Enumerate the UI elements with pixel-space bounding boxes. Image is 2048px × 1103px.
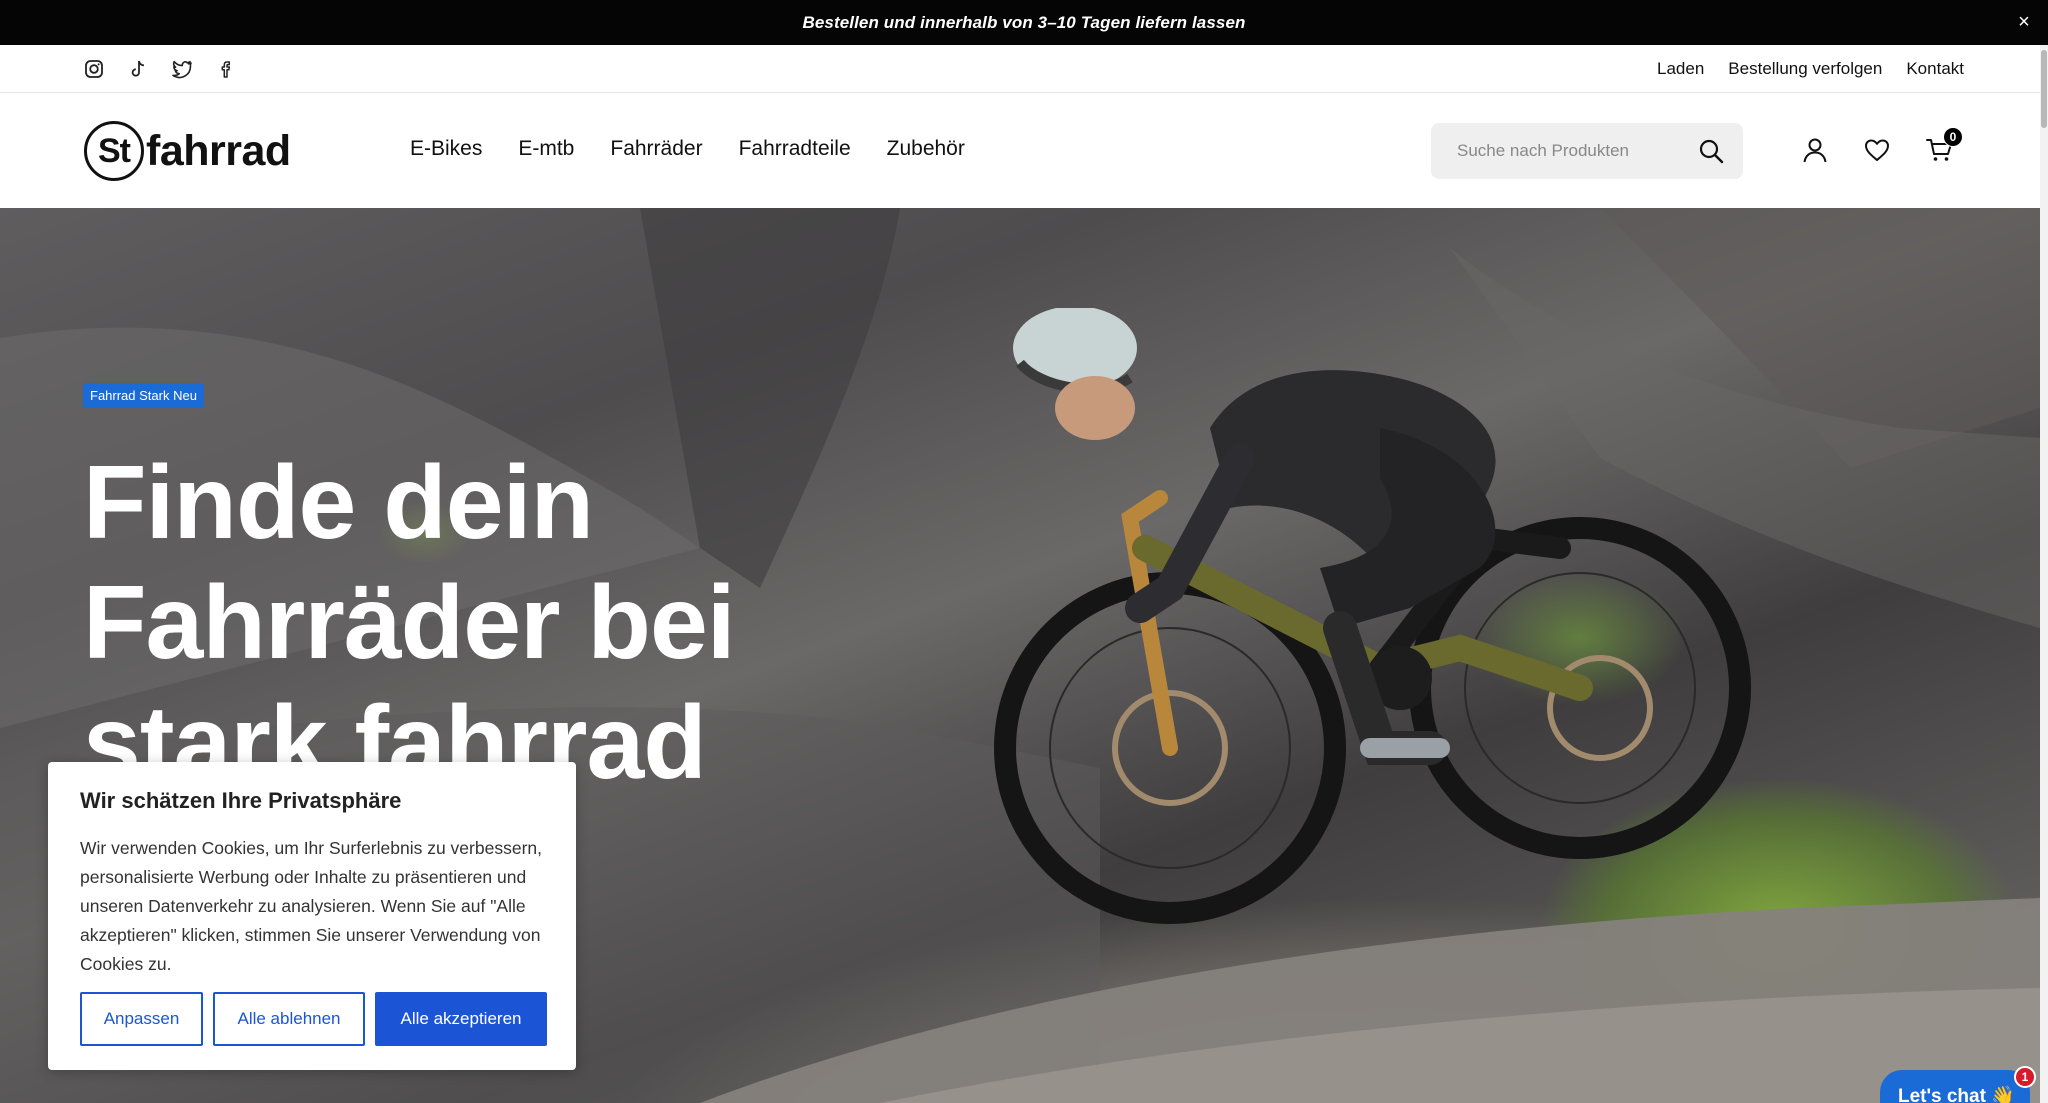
cookie-actions: Anpassen Alle ablehnen Alle akzeptieren [80, 992, 547, 1046]
scrollbar-thumb[interactable] [2041, 50, 2047, 128]
site-header: St fahrrad E-Bikes E-mtb Fahrräder Fahrr… [0, 93, 2048, 208]
utility-bar: Laden Bestellung verfolgen Kontakt [0, 45, 2048, 93]
nav-item-zubehoer[interactable]: Zubehör [887, 137, 965, 161]
utility-links: Laden Bestellung verfolgen Kontakt [1657, 59, 1964, 79]
instagram-icon[interactable] [82, 57, 106, 81]
twitter-icon[interactable] [170, 57, 194, 81]
chat-notification-badge: 1 [2014, 1066, 2036, 1088]
reject-all-button[interactable]: Alle ablehnen [213, 992, 365, 1046]
page-scrollbar[interactable] [2040, 45, 2048, 1103]
track-order-link[interactable]: Bestellung verfolgen [1728, 59, 1882, 79]
social-links [82, 57, 238, 81]
logo-wordmark: fahrrad [146, 126, 291, 175]
cart-icon[interactable]: 0 [1925, 127, 1963, 164]
nav-item-e-mtb[interactable]: E-mtb [518, 137, 574, 161]
nav-item-fahrradteile[interactable]: Fahrradteile [739, 137, 851, 161]
search-input[interactable] [1457, 141, 1697, 161]
logo-mark: St [84, 121, 144, 181]
header-actions: 0 [1801, 127, 1963, 164]
nav-item-fahrraeder[interactable]: Fahrräder [610, 137, 702, 161]
hero-title-line-2: Fahrräder bei [83, 565, 736, 681]
hero-badge: Fahrrad Stark Neu [83, 383, 204, 408]
tiktok-icon[interactable] [126, 57, 150, 81]
contact-link[interactable]: Kontakt [1906, 59, 1964, 79]
cookie-title: Wir schätzen Ihre Privatsphäre [80, 788, 402, 813]
nav-item-e-bikes[interactable]: E-Bikes [410, 137, 482, 161]
cookie-text: Wir verwenden Cookies, um Ihr Surferlebn… [80, 838, 542, 974]
hero-title: Finde dein Fahrräder bei stark fahrrad [83, 443, 803, 803]
main-nav: E-Bikes E-mtb Fahrräder Fahrradteile Zub… [410, 137, 965, 161]
heart-icon[interactable] [1863, 136, 1891, 164]
cookie-consent-panel: Wir schätzen Ihre Privatsphäre Wir verwe… [48, 762, 576, 1070]
facebook-icon[interactable] [214, 57, 238, 81]
account-icon[interactable] [1801, 136, 1829, 164]
announcement-text: Bestellen und innerhalb von 3–10 Tagen l… [802, 12, 1246, 32]
accept-all-button[interactable]: Alle akzeptieren [375, 992, 547, 1046]
cart-count-badge: 0 [1943, 127, 1963, 147]
search-bar [1431, 123, 1743, 179]
customize-button[interactable]: Anpassen [80, 992, 203, 1046]
mountain-bike-rider [994, 308, 1751, 924]
announcement-bar: Bestellen und innerhalb von 3–10 Tagen l… [0, 0, 2048, 45]
close-icon[interactable]: × [2012, 10, 2036, 34]
search-icon[interactable] [1697, 137, 1725, 165]
hero-title-line-1: Finde dein [83, 445, 594, 561]
site-logo[interactable]: St fahrrad [84, 121, 291, 181]
chat-button[interactable]: Let's chat 👋 [1880, 1070, 2030, 1103]
store-link[interactable]: Laden [1657, 59, 1704, 79]
